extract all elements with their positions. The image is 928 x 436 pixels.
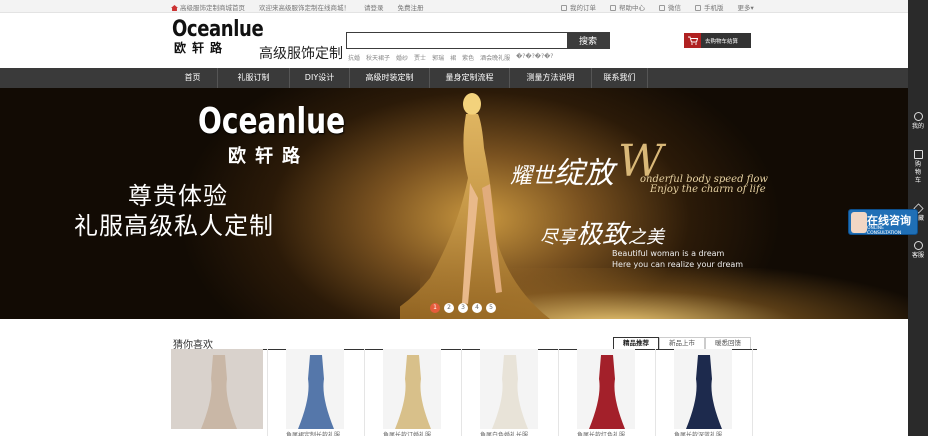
nav-item-haute-couture[interactable]: 高级时装定制 xyxy=(350,68,430,88)
dress-image xyxy=(577,349,635,429)
search-box: 搜索 xyxy=(346,32,610,49)
heart-icon xyxy=(610,5,616,11)
banner-slogan-a: 耀世绽放 xyxy=(510,156,615,191)
product-card[interactable]: 鱼尾长款订婚礼服 xyxy=(365,349,462,436)
slide-indicators: 1 2 3 4 5 xyxy=(430,303,496,313)
nav-item-measure[interactable]: 测量方法说明 xyxy=(510,68,592,88)
product-card[interactable]: 鱼尾长款深蓝礼服 xyxy=(656,349,753,436)
my-orders-link[interactable]: 我的订单 xyxy=(561,2,596,12)
logo-en: Oceanlue xyxy=(172,17,264,42)
cart-icon xyxy=(913,150,923,159)
tab-new-arrivals[interactable]: 新品上市 xyxy=(659,337,705,349)
online-consultation-button[interactable]: 在线咨询 ONLINE CONSULTATION xyxy=(848,209,918,236)
slide-dot[interactable]: 3 xyxy=(458,303,468,313)
home-icon xyxy=(171,5,178,11)
welcome-text: 欢迎来高级服饰定制在线商城！ xyxy=(259,4,350,12)
order-icon xyxy=(561,5,567,11)
product-name[interactable]: 鱼尾长款订婚礼服 xyxy=(383,430,431,436)
dress-image xyxy=(383,349,441,429)
slide-dot[interactable]: 5 xyxy=(486,303,496,313)
product-card[interactable]: 鱼尾裙定制长款礼服 xyxy=(268,349,365,436)
wechat-link[interactable]: 微信 xyxy=(659,2,681,12)
mobile-link[interactable]: 手机版 xyxy=(695,2,724,12)
wechat-icon xyxy=(659,5,665,11)
phone-icon xyxy=(695,5,701,11)
tab-featured[interactable]: 精品推荐 xyxy=(613,337,659,349)
section-tabs: 精品推荐 新品上市 暖悉回馈 xyxy=(613,337,751,349)
top-bar: 高级服饰定制商城首页 欢迎来高级服饰定制在线商城！ 请登录 免费注册 我的订单 … xyxy=(0,0,908,13)
sidebar-item-mine[interactable]: 我的 xyxy=(908,112,928,131)
hero-banner[interactable]: Oceanlue 欧轩路 尊贵体验 礼服高级私人定制 耀世绽放 W onderf… xyxy=(0,88,908,319)
product-list: 鱼尾裙定制长款礼服 鱼尾长款订婚礼服 鱼尾白色婚礼长服 鱼尾长款红色礼服 鱼尾长款深蓝礼… xyxy=(171,349,753,436)
home-link[interactable]: 高级服饰定制商城首页 xyxy=(171,2,245,12)
product-name[interactable]: 鱼尾裙定制长款礼服 xyxy=(286,430,340,436)
consult-sublabel: ONLINE CONSULTATION xyxy=(867,226,902,236)
nav-item-process[interactable]: 量身定制流程 xyxy=(430,68,510,88)
dress-image xyxy=(480,349,538,429)
hot-keyword[interactable]: 秋天裙子 xyxy=(366,53,390,62)
help-center-link[interactable]: 帮助中心 xyxy=(610,2,645,12)
search-button[interactable]: 搜索 xyxy=(567,33,609,48)
hot-keyword[interactable]: 抗婚 xyxy=(348,53,360,62)
dress-image xyxy=(674,349,732,429)
banner-en-line-1: Beautiful woman is a dream xyxy=(612,249,725,258)
sidebar-item-service[interactable]: 客服 xyxy=(908,241,928,260)
banner-brand-en: Oceanlue xyxy=(198,101,346,142)
header-slogan: 高级服饰定制 xyxy=(259,46,343,62)
main-nav: 首页 礼服订制 DIY设计 高级时装定制 量身定制流程 测量方法说明 联系我们 xyxy=(0,68,908,88)
dress-image xyxy=(171,349,263,429)
hot-keyword[interactable]: 婚纱 xyxy=(396,53,408,62)
banner-slogan-b: 尽享极致之美 xyxy=(540,220,665,250)
more-menu[interactable]: 更多▾ xyxy=(738,2,754,12)
slide-dot[interactable]: 1 xyxy=(430,303,440,313)
product-name[interactable]: 鱼尾白色婚礼长服 xyxy=(480,430,528,436)
product-card[interactable]: 鱼尾白色婚礼长服 xyxy=(462,349,559,436)
product-name[interactable]: 鱼尾长款深蓝礼服 xyxy=(674,430,722,436)
sidebar-item-cart[interactable]: 购物车 xyxy=(908,150,928,185)
cart-label: 去购物车结算 xyxy=(705,38,739,45)
cart-button[interactable]: 去购物车结算 xyxy=(684,33,751,48)
hot-keyword[interactable]: �?�?�?�? xyxy=(516,53,553,62)
hot-keyword[interactable]: 贾士 xyxy=(414,53,426,62)
nav-item-diy[interactable]: DIY设计 xyxy=(290,68,350,88)
tab-rewards[interactable]: 暖悉回馈 xyxy=(705,337,751,349)
banner-script-line-2: Enjoy the charm of life xyxy=(650,184,766,195)
search-input[interactable] xyxy=(347,33,567,48)
register-link[interactable]: 免费注册 xyxy=(398,2,424,12)
hot-keywords: 抗婚 秋天裙子 婚纱 贾士 郭瑞 裙 紫色 酒会晚礼服 �?�?�?�? xyxy=(348,53,553,62)
banner-brand-cn: 欧轩路 xyxy=(228,146,309,167)
slide-dot[interactable]: 2 xyxy=(444,303,454,313)
dress-image xyxy=(286,349,344,429)
agent-avatar xyxy=(851,212,867,233)
nav-item-home[interactable]: 首页 xyxy=(168,68,218,88)
product-card[interactable]: 鱼尾长款红色礼服 xyxy=(559,349,656,436)
product-card[interactable] xyxy=(171,349,268,436)
hot-keyword[interactable]: 酒会晚礼服 xyxy=(480,53,510,62)
banner-en-line-2: Here you can realize your dream xyxy=(612,260,744,269)
hot-keyword[interactable]: 裙 xyxy=(450,53,456,62)
hot-keyword[interactable]: 紫色 xyxy=(462,53,474,62)
login-link[interactable]: 请登录 xyxy=(364,2,384,12)
cart-icon xyxy=(684,33,701,48)
slide-dot[interactable]: 4 xyxy=(472,303,482,313)
model-figure xyxy=(400,93,550,319)
nav-item-dress-custom[interactable]: 礼服订制 xyxy=(218,68,290,88)
chat-icon xyxy=(913,241,923,250)
product-name[interactable]: 鱼尾长款红色礼服 xyxy=(577,430,625,436)
banner-headline-2: 礼服高级私人定制 xyxy=(74,212,274,240)
nav-item-contact[interactable]: 联系我们 xyxy=(592,68,648,88)
user-icon xyxy=(913,112,923,121)
hot-keyword[interactable]: 郭瑞 xyxy=(432,53,444,62)
